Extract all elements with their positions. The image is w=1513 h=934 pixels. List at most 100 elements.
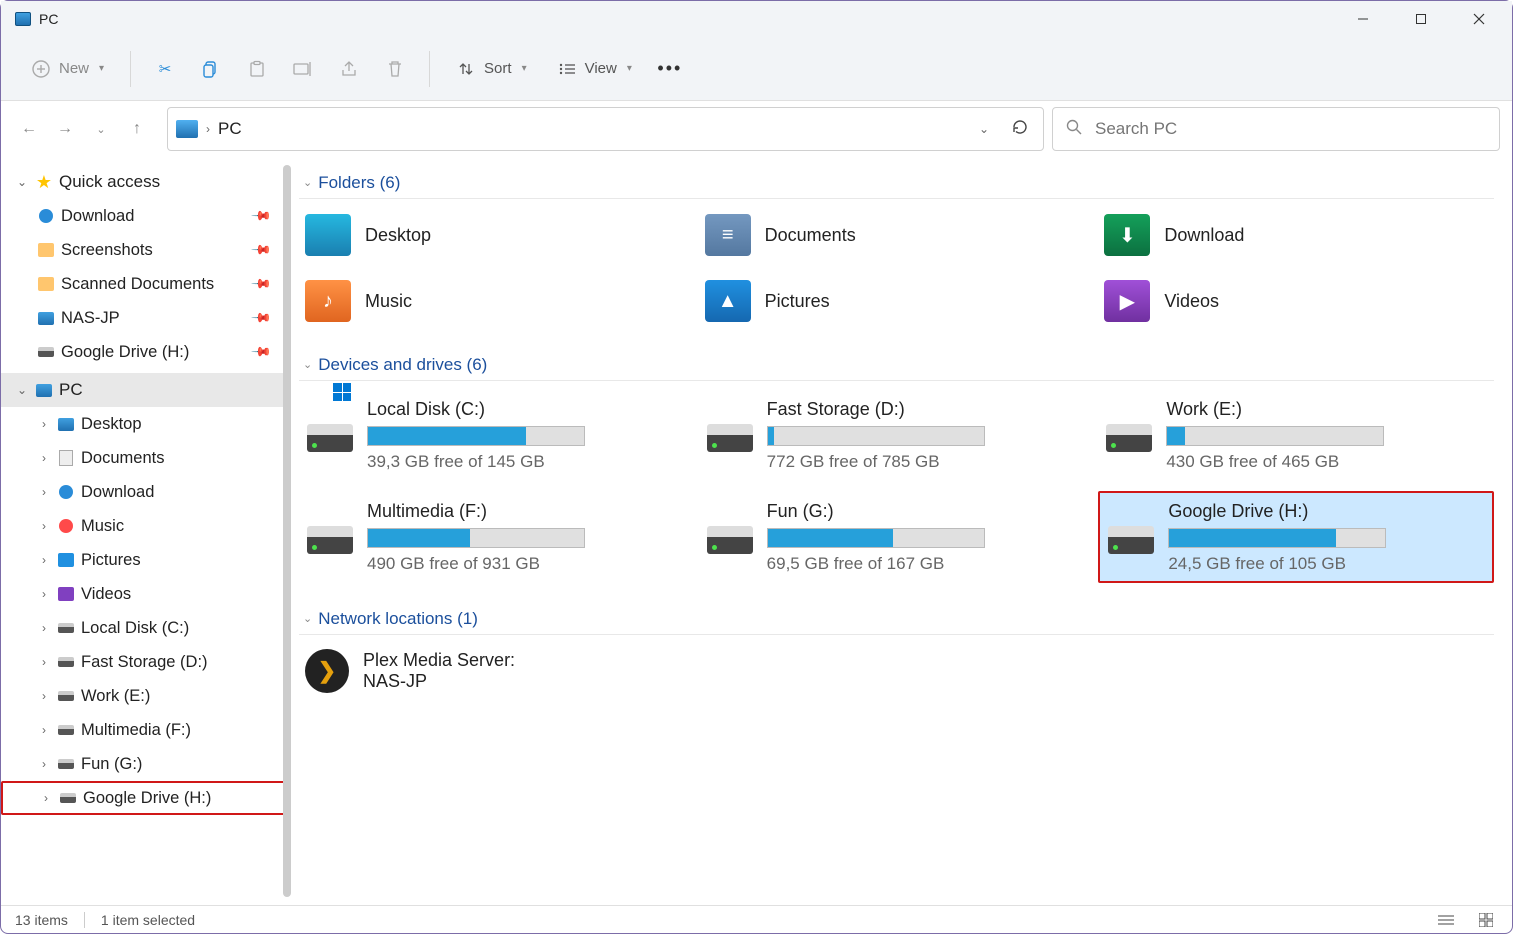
pc-section[interactable]: ⌄ PC <box>1 373 291 407</box>
up-button[interactable]: ↑ <box>123 115 151 143</box>
search-box[interactable] <box>1052 107 1500 151</box>
breadcrumb[interactable]: PC <box>218 119 242 139</box>
desktop-icon <box>58 418 74 431</box>
details-view-button[interactable] <box>1434 910 1458 930</box>
sidebar-item-google-drive-qa[interactable]: Google Drive (H:)📌 <box>1 335 291 369</box>
capacity-bar <box>367 426 585 446</box>
folder-documents[interactable]: ≡Documents <box>699 207 1095 263</box>
desktop-icon <box>305 214 351 256</box>
pin-icon: 📌 <box>250 205 273 228</box>
navigation-row: ← → ⌄ ↑ › PC ⌄ <box>1 101 1512 157</box>
sidebar-item-videos[interactable]: ›Videos <box>1 577 291 611</box>
rename-button[interactable] <box>283 49 323 89</box>
back-button[interactable]: ← <box>15 115 43 143</box>
sidebar-item-local-disk-c[interactable]: ›Local Disk (C:) <box>1 611 291 645</box>
minimize-button[interactable] <box>1334 1 1392 37</box>
chevron-right-icon[interactable]: › <box>37 519 51 533</box>
maximize-button[interactable] <box>1392 1 1450 37</box>
folder-music[interactable]: ♪Music <box>299 273 695 329</box>
chevron-right-icon[interactable]: › <box>37 485 51 499</box>
folder-download[interactable]: ⬇Download <box>1098 207 1494 263</box>
folder-pictures[interactable]: ▲Pictures <box>699 273 1095 329</box>
view-label: View <box>585 60 617 77</box>
view-button[interactable]: View ▾ <box>545 49 644 89</box>
sidebar-item-fun-g[interactable]: ›Fun (G:) <box>1 747 291 781</box>
drive-google-drive-h[interactable]: Google Drive (H:)24,5 GB free of 105 GB <box>1098 491 1494 583</box>
sidebar-item-download[interactable]: Download📌 <box>1 199 291 233</box>
chevron-down-icon: ⌄ <box>303 358 312 371</box>
separator <box>84 912 85 928</box>
chevron-down-icon: ⌄ <box>15 383 29 397</box>
drive-icon <box>58 623 74 633</box>
close-button[interactable] <box>1450 1 1508 37</box>
forward-button[interactable]: → <box>51 115 79 143</box>
sidebar-item-music[interactable]: ›Music <box>1 509 291 543</box>
sidebar-item-screenshots[interactable]: Screenshots📌 <box>1 233 291 267</box>
drive-icon <box>1106 424 1152 452</box>
search-icon <box>1065 118 1083 141</box>
sidebar-item-pictures[interactable]: ›Pictures <box>1 543 291 577</box>
address-dropdown[interactable]: ⌄ <box>971 122 997 136</box>
chevron-right-icon[interactable]: › <box>37 451 51 465</box>
thumbnails-view-button[interactable] <box>1474 910 1498 930</box>
music-icon: ♪ <box>305 280 351 322</box>
chevron-right-icon[interactable]: › <box>37 587 51 601</box>
drive-fun-g[interactable]: Fun (G:)69,5 GB free of 167 GB <box>699 491 1095 583</box>
refresh-button[interactable] <box>1005 118 1035 141</box>
address-bar[interactable]: › PC ⌄ <box>167 107 1044 151</box>
network-plex-media-server[interactable]: ❯ Plex Media Server:NAS-JP <box>299 643 695 699</box>
chevron-right-icon[interactable]: › <box>37 655 51 669</box>
chevron-right-icon[interactable]: › <box>37 621 51 635</box>
drives-group-header[interactable]: ⌄Devices and drives (6) <box>299 349 1494 381</box>
drive-local-disk-c[interactable]: Local Disk (C:)39,3 GB free of 145 GB <box>299 389 695 481</box>
sidebar-item-fast-storage-d[interactable]: ›Fast Storage (D:) <box>1 645 291 679</box>
sidebar-item-desktop[interactable]: ›Desktop <box>1 407 291 441</box>
new-button[interactable]: New ▾ <box>19 49 116 89</box>
videos-icon <box>58 587 74 601</box>
more-button[interactable]: ••• <box>650 49 690 89</box>
folder-desktop[interactable]: Desktop <box>299 207 695 263</box>
sidebar-item-scanned-documents[interactable]: Scanned Documents📌 <box>1 267 291 301</box>
sidebar-item-multimedia-f[interactable]: ›Multimedia (F:) <box>1 713 291 747</box>
chevron-right-icon[interactable]: › <box>37 689 51 703</box>
chevron-right-icon[interactable]: › <box>37 553 51 567</box>
chevron-right-icon[interactable]: › <box>39 791 53 805</box>
drive-fast-storage-d[interactable]: Fast Storage (D:)772 GB free of 785 GB <box>699 389 1095 481</box>
sidebar-item-documents[interactable]: ›Documents <box>1 441 291 475</box>
pc-icon <box>15 12 31 26</box>
sidebar-item-download-pc[interactable]: ›Download <box>1 475 291 509</box>
pc-icon <box>176 120 198 138</box>
chevron-right-icon: › <box>206 122 210 136</box>
quick-access-section[interactable]: ⌄ ★ Quick access <box>1 165 291 199</box>
paste-button[interactable] <box>237 49 277 89</box>
windows-logo-icon <box>333 383 351 401</box>
drive-work-e[interactable]: Work (E:)430 GB free of 465 GB <box>1098 389 1494 481</box>
sidebar-item-work-e[interactable]: ›Work (E:) <box>1 679 291 713</box>
sidebar-item-google-drive-h[interactable]: ›Google Drive (H:) <box>1 781 291 815</box>
chevron-right-icon[interactable]: › <box>37 757 51 771</box>
copy-button[interactable] <box>191 49 231 89</box>
sidebar-item-nas-jp[interactable]: NAS-JP📌 <box>1 301 291 335</box>
folder-videos[interactable]: ▶Videos <box>1098 273 1494 329</box>
recent-locations-button[interactable]: ⌄ <box>87 115 115 143</box>
separator <box>130 51 131 87</box>
pin-icon: 📌 <box>250 307 273 330</box>
search-input[interactable] <box>1095 119 1487 139</box>
videos-icon: ▶ <box>1104 280 1150 322</box>
scrollbar[interactable] <box>283 165 291 897</box>
network-group-header[interactable]: ⌄Network locations (1) <box>299 603 1494 635</box>
share-button[interactable] <box>329 49 369 89</box>
delete-button[interactable] <box>375 49 415 89</box>
drive-icon <box>307 526 353 554</box>
drive-multimedia-f[interactable]: Multimedia (F:)490 GB free of 931 GB <box>299 491 695 583</box>
sort-button[interactable]: Sort ▾ <box>444 49 539 89</box>
pictures-icon: ▲ <box>705 280 751 322</box>
chevron-right-icon[interactable]: › <box>37 723 51 737</box>
plex-icon: ❯ <box>305 649 349 693</box>
capacity-bar <box>367 528 585 548</box>
chevron-right-icon[interactable]: › <box>37 417 51 431</box>
documents-icon <box>59 450 73 466</box>
cut-button[interactable]: ✂ <box>145 49 185 89</box>
folders-group-header[interactable]: ⌄Folders (6) <box>299 167 1494 199</box>
sort-icon <box>456 59 476 79</box>
